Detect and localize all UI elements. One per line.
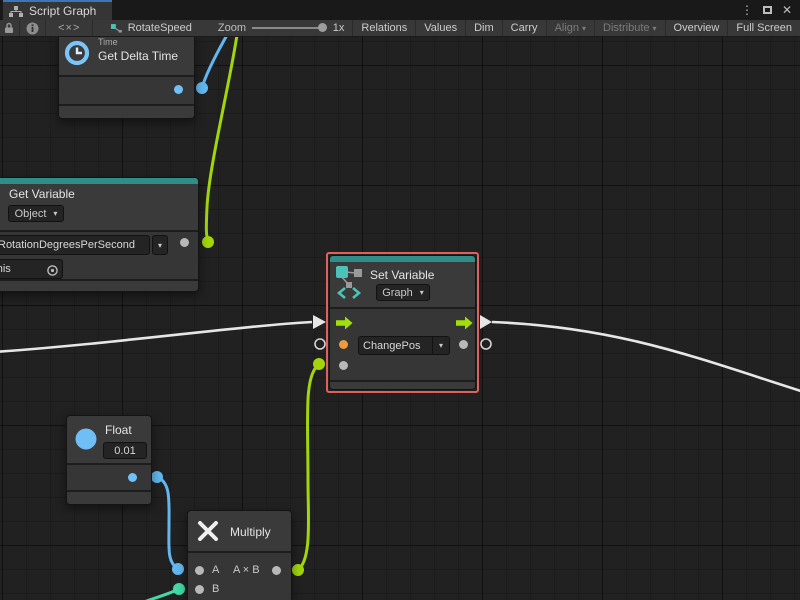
- toolbar-button-dim[interactable]: Dim: [466, 20, 503, 36]
- wire-endpoint: [202, 236, 214, 248]
- chevron-down-icon[interactable]: ▾: [432, 337, 449, 354]
- port-label-output: A × B: [233, 564, 260, 576]
- float-value-field[interactable]: 0.01: [103, 442, 147, 459]
- info-button[interactable]: [20, 20, 46, 36]
- node-title: Get Variable: [9, 187, 75, 201]
- node-multiply[interactable]: Multiply A A × B B: [187, 510, 292, 600]
- value-wire-multiply-to-set: [298, 365, 318, 570]
- control-wire-left: [0, 322, 312, 352]
- value-wire-delta-time: [202, 37, 227, 88]
- tab-script-graph[interactable]: Script Graph: [3, 0, 112, 20]
- input-port-b[interactable]: [195, 585, 204, 594]
- multiply-x-icon: [196, 519, 220, 543]
- empty-port-left[interactable]: [315, 339, 325, 349]
- wire-endpoint: [151, 471, 163, 483]
- chevron-down-icon: ▾: [653, 24, 657, 33]
- wire-endpoint: [196, 82, 208, 94]
- wire-arrowhead-left: [313, 315, 326, 329]
- window-controls: ⋮ ✕: [741, 0, 800, 20]
- target-object-field[interactable]: This: [0, 259, 63, 279]
- toolbar-button-relations[interactable]: Relations: [353, 20, 416, 36]
- variable-name-dropdown[interactable]: ChangePos ▾: [358, 336, 450, 355]
- graph-canvas[interactable]: Time Get Delta Time Get Variable Object …: [0, 37, 800, 600]
- node-title: Multiply: [230, 525, 271, 539]
- wire-endpoint: [173, 583, 185, 595]
- toolbar-button-distribute[interactable]: Distribute▾: [595, 20, 665, 36]
- value-input-port[interactable]: [339, 340, 348, 349]
- node-title: Set Variable: [370, 268, 434, 282]
- value-wire-float-to-multiply: [157, 477, 178, 569]
- maximize-icon[interactable]: [763, 6, 772, 14]
- variable-name-dropdown-button[interactable]: ▾: [152, 235, 168, 255]
- tab-bar: Script Graph ⋮ ✕: [0, 0, 800, 20]
- zoom-slider[interactable]: [252, 27, 323, 29]
- toolbar-button-overview[interactable]: Overview: [666, 20, 729, 36]
- chevron-down-icon: ▾: [158, 241, 162, 250]
- lock-icon: [3, 22, 15, 34]
- wire-endpoint: [292, 564, 304, 576]
- input-port-a[interactable]: [195, 566, 204, 575]
- graph-hierarchy-icon: [9, 6, 23, 17]
- control-input-arrow[interactable]: [336, 316, 353, 330]
- close-icon[interactable]: ✕: [782, 3, 792, 17]
- variable-name-field[interactable]: RotationDegreesPerSecond: [0, 235, 150, 255]
- unity-visual-scripting-window: Script Graph ⋮ ✕ <×>: [0, 0, 800, 600]
- value-input-port-2[interactable]: [339, 361, 348, 370]
- node-float[interactable]: Float 0.01: [66, 415, 152, 505]
- float-circle-icon: [75, 428, 97, 450]
- control-wire-right: [492, 322, 800, 392]
- output-port[interactable]: [174, 85, 183, 94]
- toolbar-button-fullscreen[interactable]: Full Screen: [728, 20, 800, 36]
- output-port[interactable]: [128, 473, 137, 482]
- tab-label: Script Graph: [29, 4, 96, 18]
- info-icon: [26, 22, 39, 35]
- wire-endpoint: [313, 358, 325, 370]
- port-label-b: B: [212, 583, 219, 595]
- variable-scope-dropdown[interactable]: Object ▾: [8, 205, 64, 222]
- set-variable-icon: [336, 265, 364, 299]
- chevron-down-icon: ▾: [420, 288, 424, 297]
- node-get-delta-time[interactable]: Time Get Delta Time: [58, 37, 195, 119]
- toolbar-button-values[interactable]: Values: [416, 20, 466, 36]
- node-title: Float: [105, 423, 132, 437]
- graph-node-icon: [111, 23, 122, 34]
- toolbar-button-align[interactable]: Align▾: [547, 20, 595, 36]
- chevron-down-icon: ▾: [582, 24, 586, 33]
- code-brackets-icon: <×>: [58, 22, 80, 34]
- lock-button[interactable]: [0, 20, 20, 36]
- selection-outline: Set Variable Graph ▾ ChangePos ▾: [326, 252, 479, 393]
- graph-context-group: RotateSpeed Zoom 1x: [93, 20, 353, 36]
- zoom-slider-knob[interactable]: [318, 23, 327, 32]
- output-port[interactable]: [272, 566, 281, 575]
- chevron-down-icon: ▾: [53, 209, 57, 218]
- node-category: Time: [98, 37, 118, 47]
- zoom-value: 1x: [333, 22, 345, 34]
- node-title: Get Delta Time: [98, 49, 178, 63]
- node-get-variable[interactable]: Get Variable Object ▾ RotationDegreesPer…: [0, 177, 199, 292]
- variable-scope-dropdown[interactable]: Graph ▾: [376, 284, 430, 301]
- wire-arrowhead-right: [480, 315, 492, 329]
- value-output-port[interactable]: [459, 340, 468, 349]
- toolbar-button-carry[interactable]: Carry: [503, 20, 547, 36]
- graph-reference-label[interactable]: RotateSpeed: [128, 22, 192, 34]
- empty-port-right[interactable]: [481, 339, 491, 349]
- graph-toolbar: <×> RotateSpeed Zoom 1x Relations Values…: [0, 20, 800, 37]
- menu-dots-icon[interactable]: ⋮: [741, 3, 753, 17]
- output-port[interactable]: [180, 238, 189, 247]
- control-output-arrow[interactable]: [456, 316, 473, 330]
- node-set-variable[interactable]: Set Variable Graph ▾ ChangePos ▾: [329, 255, 476, 390]
- code-view-button[interactable]: <×>: [46, 20, 93, 36]
- clock-icon: [63, 39, 91, 67]
- object-picker-icon[interactable]: [46, 264, 59, 277]
- port-label-a: A: [212, 564, 219, 576]
- zoom-label: Zoom: [218, 22, 246, 34]
- wire-endpoint: [172, 563, 184, 575]
